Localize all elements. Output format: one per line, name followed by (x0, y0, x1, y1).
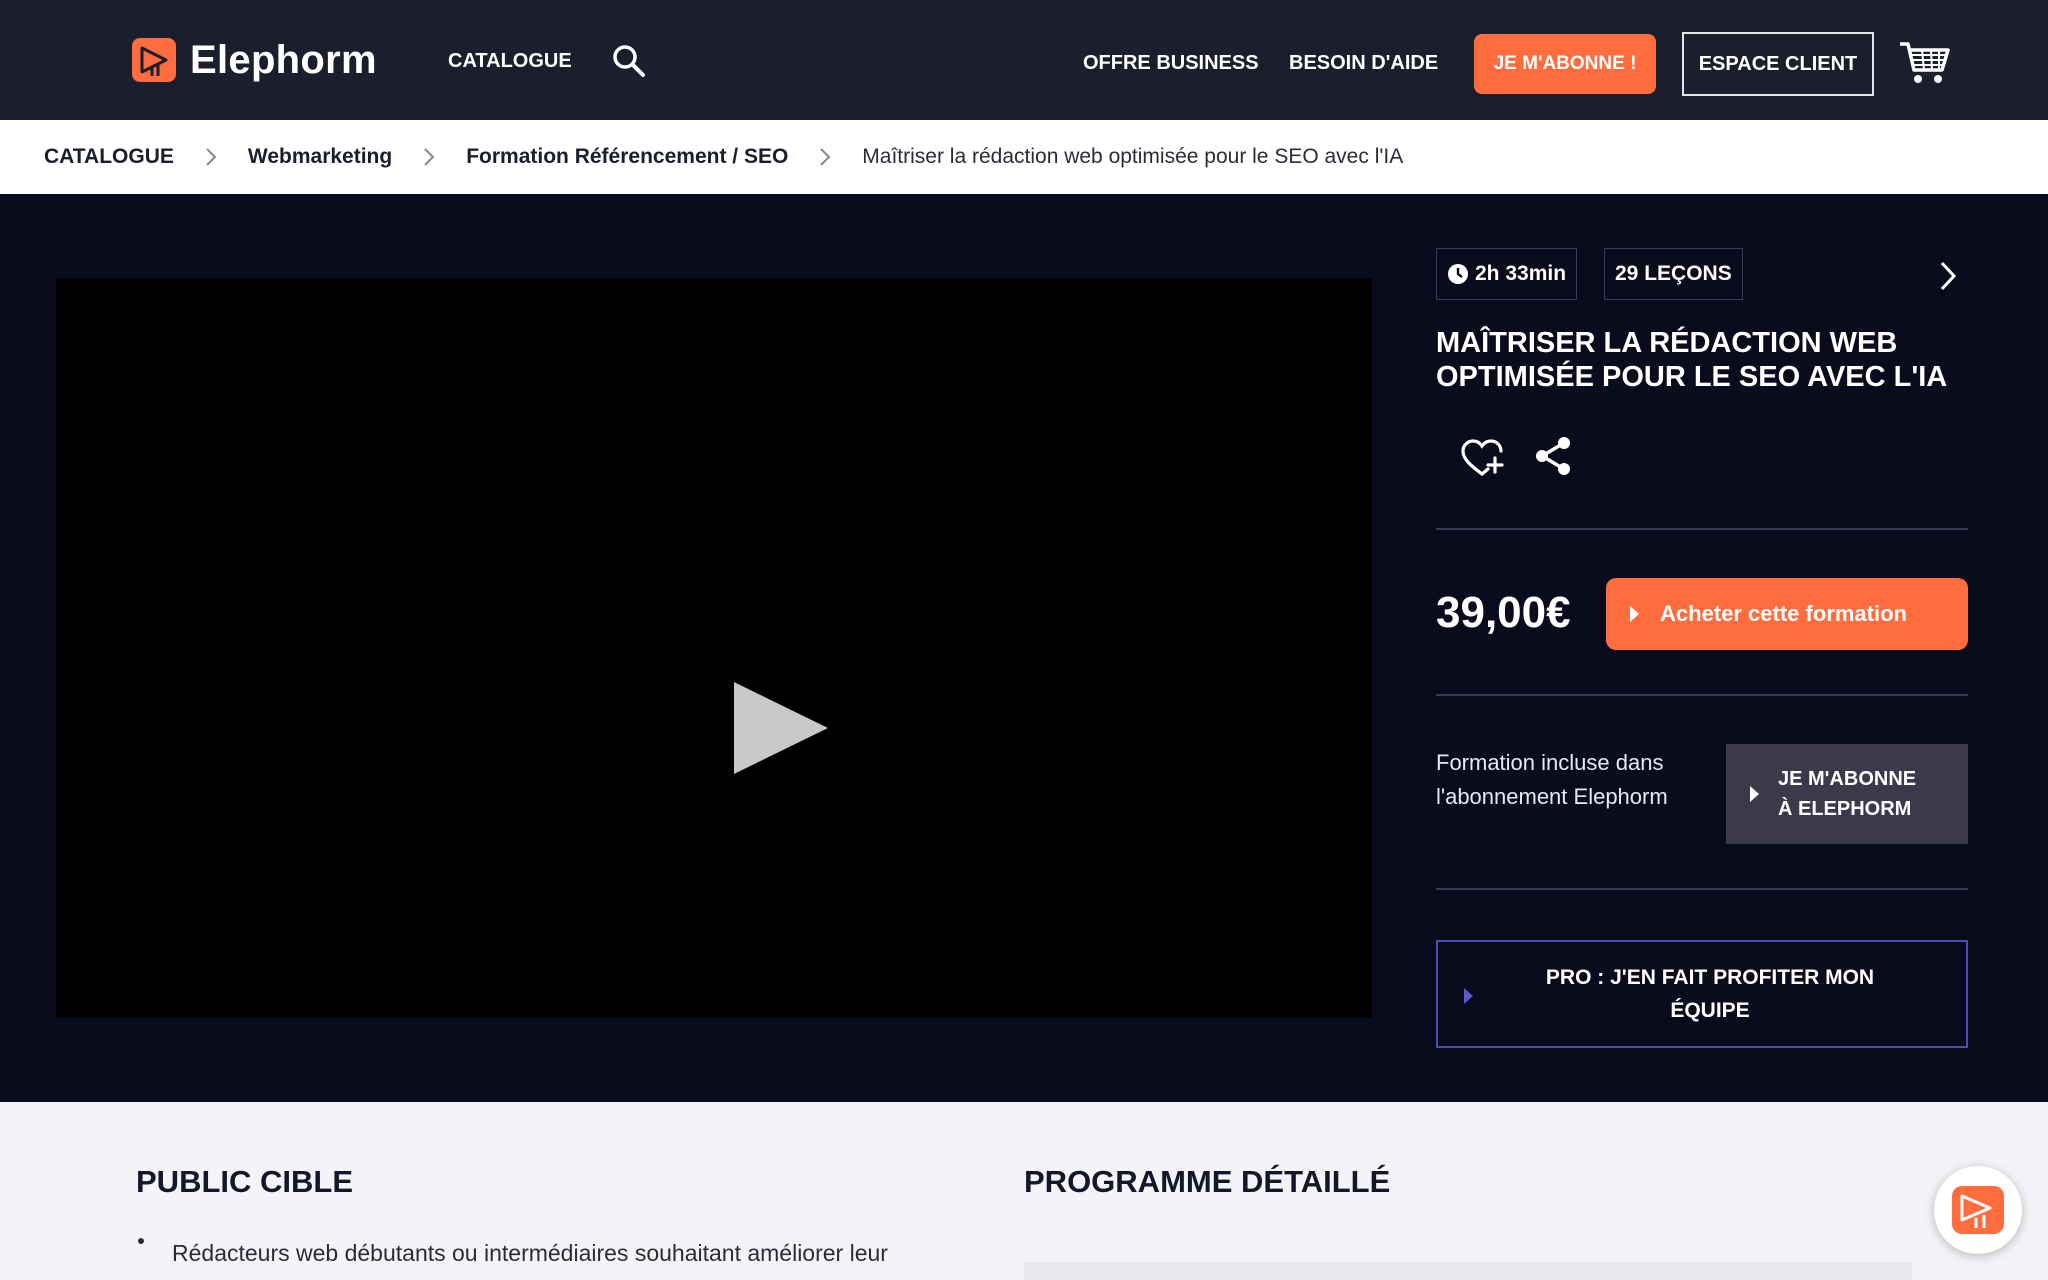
elephorm-logo-icon (132, 38, 176, 82)
pro-line-1: PRO : J'EN FAIT PROFITER MON (1545, 966, 1875, 989)
top-header: Elephorm CATALOGUE OFFRE BUSINESS BESOIN… (0, 0, 2048, 120)
nav-catalogue[interactable]: CATALOGUE (448, 50, 572, 73)
breadcrumb-catalogue[interactable]: CATALOGUE (44, 145, 174, 169)
subscribe-line-1: JE M'ABONNE (1778, 768, 1917, 790)
chat-icon (1952, 1186, 2004, 1234)
cart-icon[interactable] (1898, 38, 1950, 86)
client-area-button[interactable]: ESPACE CLIENT (1682, 32, 1874, 96)
course-price: 39,00€ (1436, 588, 1571, 637)
chevron-right-icon (424, 148, 435, 166)
search-icon[interactable] (612, 44, 646, 78)
pro-team-button[interactable]: PRO : J'EN FAIT PROFITER MON ÉQUIPE (1436, 940, 1968, 1048)
arrow-right-icon (1464, 988, 1473, 1004)
share-icon[interactable] (1534, 436, 1572, 476)
clock-icon (1448, 264, 1468, 284)
play-icon[interactable] (732, 680, 832, 776)
chevron-right-icon[interactable] (1938, 260, 1958, 292)
logo-text: Elephorm (190, 37, 377, 82)
pro-line-2: ÉQUIPE (1670, 999, 1750, 1022)
logo[interactable]: Elephorm (132, 38, 377, 82)
video-player[interactable] (56, 278, 1372, 1018)
breadcrumb-webmarketing[interactable]: Webmarketing (248, 145, 392, 169)
chat-button[interactable] (1934, 1166, 2022, 1254)
pro-team-label: PRO : J'EN FAIT PROFITER MON ÉQUIPE (1438, 961, 1966, 1027)
breadcrumb-current: Maîtriser la rédaction web optimisée pou… (862, 145, 1404, 168)
nav-offre-business[interactable]: OFFRE BUSINESS (1083, 52, 1259, 75)
duration-badge: 2h 33min (1436, 248, 1578, 300)
breadcrumb-formation-seo[interactable]: Formation Référencement / SEO (466, 145, 788, 169)
chevron-right-icon (820, 148, 831, 166)
bullet-dot (138, 1238, 144, 1244)
public-cible-item: Rédacteurs web débutants ou intermédiair… (172, 1240, 888, 1266)
divider (1436, 694, 1968, 696)
chevron-right-icon (206, 148, 217, 166)
course-hero: 2h 33min 29 LEÇONS MAÎTRISER LA RÉDACTIO… (0, 194, 2048, 1102)
subscribe-elephorm-button[interactable]: JE M'ABONNE À ELEPHORM (1726, 744, 1968, 844)
programme-panel (1024, 1262, 1912, 1280)
subscribe-button[interactable]: JE M'ABONNE ! (1474, 34, 1656, 94)
subscribe-line-2: À ELEPHORM (1778, 798, 1912, 820)
course-title: MAÎTRISER LA RÉDACTION WEB OPTIMISÉE POU… (1436, 327, 1948, 393)
divider (1436, 528, 1968, 530)
nav-besoin-aide[interactable]: BESOIN D'AIDE (1289, 52, 1438, 75)
arrow-right-icon (1630, 606, 1639, 622)
buy-course-button[interactable]: Acheter cette formation (1606, 578, 1968, 650)
arrow-right-icon (1750, 786, 1759, 802)
heart-plus-icon[interactable] (1460, 438, 1504, 478)
programme-title: PROGRAMME DÉTAILLÉ (1024, 1164, 1391, 1199)
buy-course-label: Acheter cette formation (1660, 601, 1907, 626)
breadcrumb: CATALOGUE Webmarketing Formation Référen… (0, 120, 2048, 194)
lessons-text: 29 LEÇONS (1615, 262, 1732, 285)
lessons-badge: 29 LEÇONS (1604, 248, 1743, 300)
public-cible-title: PUBLIC CIBLE (136, 1164, 353, 1199)
included-in-subscription-text: Formation incluse dans l'abonnement Elep… (1436, 750, 1668, 809)
duration-text: 2h 33min (1475, 262, 1567, 285)
subscribe-elephorm-label: JE M'ABONNE À ELEPHORM (1778, 764, 1916, 824)
divider (1436, 888, 1968, 890)
